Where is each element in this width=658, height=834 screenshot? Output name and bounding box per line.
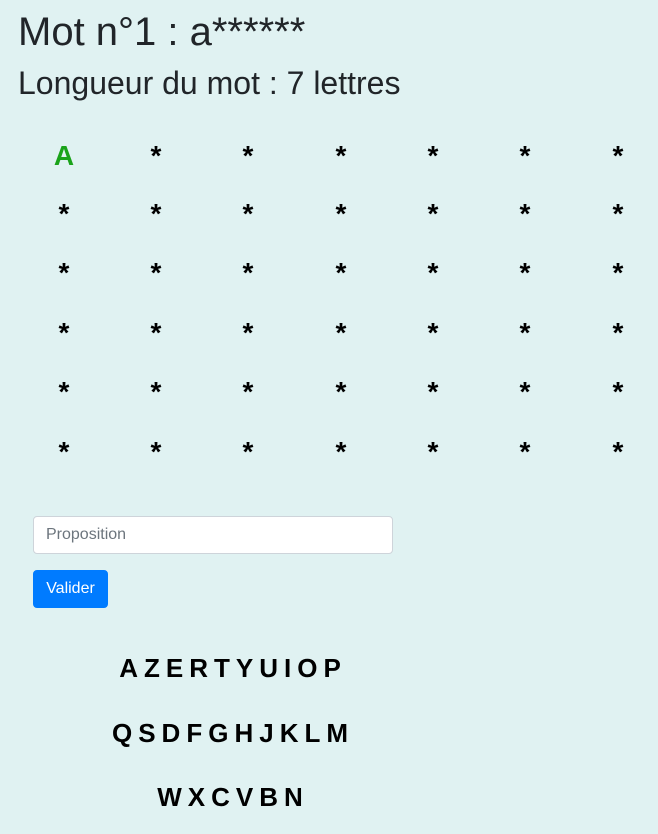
grid-cell: * <box>427 376 439 407</box>
key-c[interactable]: C <box>211 782 230 812</box>
grid-cell: * <box>150 376 162 407</box>
grid-cell: * <box>612 140 624 171</box>
grid-cell: * <box>612 257 624 288</box>
key-h[interactable]: H <box>234 718 253 748</box>
grid-cell: * <box>612 436 624 467</box>
grid-cell: * <box>242 140 254 171</box>
key-x[interactable]: X <box>188 782 205 812</box>
key-k[interactable]: K <box>280 718 299 748</box>
grid-cell: * <box>612 317 624 348</box>
key-z[interactable]: Z <box>144 653 160 683</box>
grid-cell: * <box>427 436 439 467</box>
grid-cell: * <box>335 257 347 288</box>
key-l[interactable]: L <box>304 718 320 748</box>
key-d[interactable]: D <box>162 718 181 748</box>
key-g[interactable]: G <box>208 718 228 748</box>
grid-cell: * <box>335 376 347 407</box>
keyboard-row-3: WXCVBN <box>0 782 460 812</box>
key-q[interactable]: Q <box>112 718 132 748</box>
key-m[interactable]: M <box>326 718 348 748</box>
grid-cell: * <box>150 317 162 348</box>
grid-cell: * <box>150 436 162 467</box>
key-t[interactable]: T <box>214 653 230 683</box>
grid-cell: * <box>519 257 531 288</box>
grid-cell: A <box>53 140 75 171</box>
grid-cell: * <box>519 376 531 407</box>
key-f[interactable]: F <box>186 718 202 748</box>
grid-cell: * <box>58 198 70 229</box>
letter-grid: A * * * * * * * * * * * * * * * * * * * * * * * * * * * * * * * * * * * * * * *… <box>0 0 658 480</box>
grid-cell: * <box>150 198 162 229</box>
grid-cell: * <box>427 317 439 348</box>
key-o[interactable]: O <box>297 653 317 683</box>
grid-cell: * <box>335 198 347 229</box>
key-p[interactable]: P <box>323 653 340 683</box>
key-u[interactable]: U <box>259 653 278 683</box>
grid-cell: * <box>519 436 531 467</box>
grid-cell: * <box>242 257 254 288</box>
grid-cell: * <box>242 198 254 229</box>
submit-button[interactable]: Valider <box>33 570 108 608</box>
grid-cell: * <box>58 257 70 288</box>
grid-cell: * <box>242 317 254 348</box>
grid-cell: * <box>612 198 624 229</box>
grid-cell: * <box>335 436 347 467</box>
key-r[interactable]: R <box>189 653 208 683</box>
key-n[interactable]: N <box>284 782 303 812</box>
grid-cell: * <box>58 317 70 348</box>
grid-cell: * <box>427 257 439 288</box>
grid-cell: * <box>242 436 254 467</box>
grid-cell: * <box>335 317 347 348</box>
key-y[interactable]: Y <box>236 653 253 683</box>
key-s[interactable]: S <box>138 718 155 748</box>
grid-cell: * <box>519 317 531 348</box>
grid-cell: * <box>58 436 70 467</box>
grid-cell: * <box>612 376 624 407</box>
grid-cell: * <box>519 198 531 229</box>
grid-cell: * <box>150 140 162 171</box>
keyboard-row-1: AZERTYUIOP <box>0 653 460 683</box>
key-b[interactable]: B <box>259 782 278 812</box>
grid-cell: * <box>242 376 254 407</box>
key-a[interactable]: A <box>119 653 138 683</box>
key-v[interactable]: V <box>236 782 253 812</box>
grid-cell: * <box>150 257 162 288</box>
grid-cell: * <box>58 376 70 407</box>
keyboard-row-2: QSDFGHJKLM <box>0 718 460 748</box>
key-e[interactable]: E <box>166 653 183 683</box>
key-w[interactable]: W <box>157 782 182 812</box>
grid-cell: * <box>335 140 347 171</box>
grid-cell: * <box>427 140 439 171</box>
grid-cell: * <box>519 140 531 171</box>
grid-cell: * <box>427 198 439 229</box>
proposition-input[interactable] <box>33 516 393 554</box>
key-i[interactable]: I <box>284 653 291 683</box>
key-j[interactable]: J <box>259 718 273 748</box>
